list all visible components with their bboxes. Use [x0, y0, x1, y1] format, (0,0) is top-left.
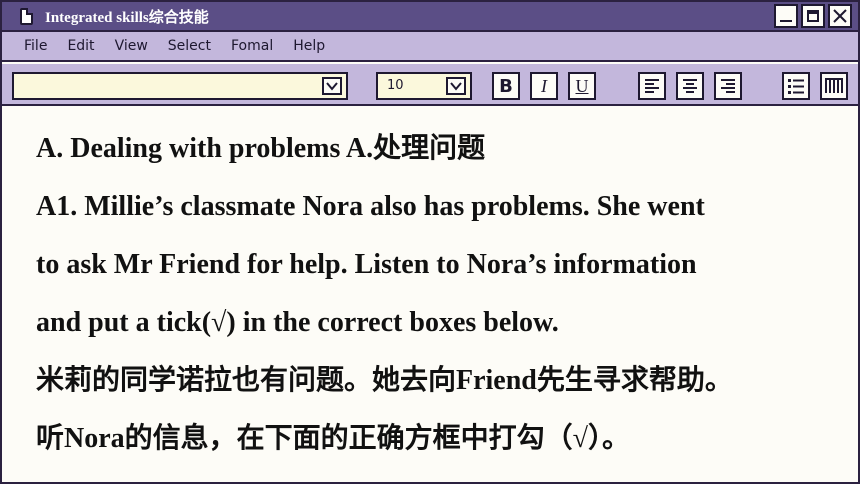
maximize-icon — [807, 10, 819, 22]
align-center-icon — [683, 79, 697, 93]
align-right-icon — [721, 79, 735, 93]
bullet-list-icon — [788, 79, 804, 94]
document-icon — [20, 7, 33, 25]
menu-view[interactable]: View — [115, 38, 148, 54]
bullet-list-button[interactable] — [782, 72, 810, 100]
window-title: Integrated skills综合技能 — [45, 9, 209, 26]
body-line-2: to ask Mr Friend for help. Listen to Nor… — [36, 249, 697, 280]
columns-button[interactable] — [820, 72, 848, 100]
align-left-button[interactable] — [638, 72, 666, 100]
body-line-3: and put a tick(√) in the correct boxes b… — [36, 307, 559, 338]
menu-format[interactable]: Fomal — [231, 38, 273, 54]
underline-button[interactable]: U — [568, 72, 596, 100]
menu-file[interactable]: File — [24, 38, 47, 54]
font-size-value: 10 — [387, 78, 404, 93]
formatting-toolbar: 10 B I U — [2, 64, 858, 106]
menu-help[interactable]: Help — [293, 38, 325, 54]
close-button[interactable] — [828, 4, 852, 28]
body-line-1: A1. Millie’s classmate Nora also has pro… — [36, 191, 705, 222]
align-right-button[interactable] — [714, 72, 742, 100]
menu-edit[interactable]: Edit — [67, 38, 94, 54]
body-line-5: 听Nora的信息，在下面的正确方框中打勾（√）。 — [36, 423, 631, 454]
font-family-select[interactable] — [12, 72, 348, 100]
size-dropdown-button[interactable] — [446, 77, 466, 95]
font-size-select[interactable]: 10 — [376, 72, 472, 100]
underline-label: U — [575, 75, 589, 96]
maximize-button[interactable] — [801, 4, 825, 28]
align-left-icon — [645, 79, 659, 93]
window-controls — [774, 4, 852, 28]
chevron-down-icon — [326, 82, 338, 91]
columns-icon — [825, 78, 843, 93]
close-icon — [833, 9, 847, 23]
bold-label: B — [499, 75, 513, 97]
menu-select[interactable]: Select — [168, 38, 211, 54]
chevron-down-icon — [450, 82, 462, 91]
section-heading: A. Dealing with problems A.处理问题 — [36, 133, 486, 164]
italic-button[interactable]: I — [530, 72, 558, 100]
body-line-4: 米莉的同学诺拉也有问题。她去向Friend先生寻求帮助。 — [36, 365, 733, 396]
font-dropdown-button[interactable] — [322, 77, 342, 95]
bold-button[interactable]: B — [492, 72, 520, 100]
minimize-button[interactable] — [774, 4, 798, 28]
document-content[interactable]: A. Dealing with problems A.处理问题 A1. Mill… — [2, 106, 858, 482]
minimize-icon — [780, 20, 792, 22]
title-bar[interactable]: Integrated skills综合技能 — [2, 2, 858, 32]
menu-bar: File Edit View Select Fomal Help — [2, 32, 858, 62]
app-window: Integrated skills综合技能 File Edit View Sel… — [0, 0, 860, 484]
italic-label: I — [541, 75, 547, 96]
align-center-button[interactable] — [676, 72, 704, 100]
